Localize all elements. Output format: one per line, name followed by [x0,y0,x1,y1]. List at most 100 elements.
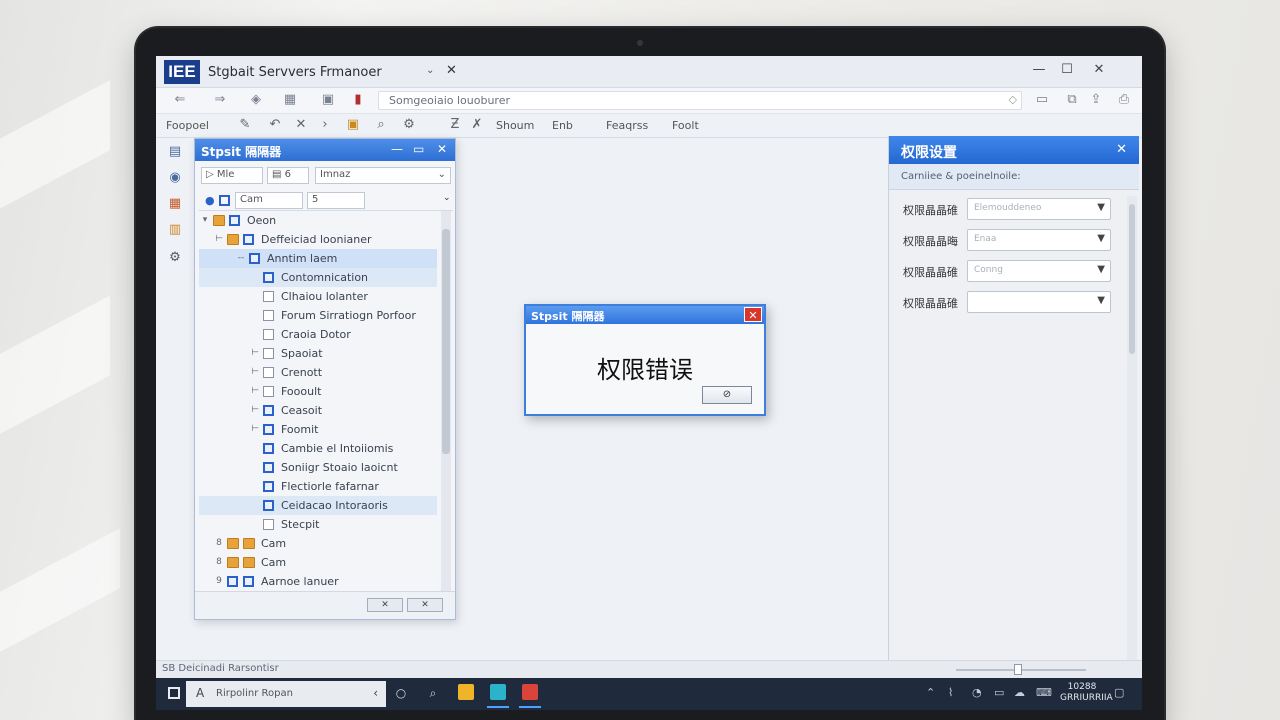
tree-row[interactable]: Stecpit [199,515,437,534]
search-icon[interactable]: ⌕ [424,685,442,701]
permission-select[interactable]: ▼ [967,291,1111,313]
start-button[interactable] [168,687,180,699]
tree-row[interactable]: ⊢ Foomit [199,420,437,439]
page-field[interactable]: ▤ 6 [267,167,309,184]
battery-icon[interactable]: ▭ [994,686,1004,699]
permission-scrollbar-thumb[interactable] [1129,204,1135,354]
tree-row[interactable]: 8 Cam [199,553,437,572]
folder-icon[interactable]: ▣ [344,117,362,132]
chevron-down-icon[interactable]: ⌄ [443,193,451,203]
tree-scrollbar[interactable] [441,211,451,591]
footer-button[interactable]: ✕ [407,598,443,612]
photos-icon[interactable]: ▦ [166,196,184,212]
task-view-icon[interactable]: ○ [392,685,410,701]
permission-select[interactable]: Conng ▼ [967,260,1111,282]
tree-checkbox[interactable] [263,367,274,378]
tree-row[interactable]: ⊢ Foooult [199,382,437,401]
refresh-icon[interactable]: ◈ [246,92,266,107]
tree-checkbox[interactable] [263,519,274,530]
tree-checkbox[interactable] [263,348,274,359]
tree-row[interactable]: Ceidacao Intoraoris [199,496,437,515]
search-page-field[interactable]: 5 [307,192,365,209]
tab-close-icon[interactable]: ✕ [446,63,457,78]
tree-row[interactable]: Contomnication [199,268,437,287]
tree-expander[interactable]: ⊢ [249,344,261,363]
tree-checkbox[interactable] [263,272,274,283]
app-icon[interactable] [522,684,538,700]
minimize-button[interactable]: — [1028,62,1050,77]
footer-button[interactable]: ✕ [367,598,403,612]
tree-row[interactable]: Flectiorle fafarnar [199,477,437,496]
tree-checkbox[interactable] [227,576,238,587]
toolbar-item[interactable]: Foolt [672,119,699,132]
volume-icon[interactable]: ◔ [972,686,982,699]
network-icon[interactable]: ◉ [166,170,184,186]
tree-checkbox[interactable] [263,481,274,492]
tree-maximize-button[interactable]: ▭ [413,142,424,156]
tools-icon[interactable]: ✗ [468,117,486,132]
filter-select[interactable]: Imnaz ⌄ [315,167,451,184]
tree-row[interactable]: ⊢ Ceasoit [199,401,437,420]
tree-checkbox[interactable] [263,462,274,473]
tree-row[interactable]: -- Anntim laem [199,249,437,268]
tree-expander[interactable]: -- [235,249,247,268]
tree-expander[interactable]: ⊢ [213,230,225,249]
tree-row[interactable]: Forum Sirratiogn Porfoor [199,306,437,325]
toolbar-item[interactable]: Feaqrss [606,119,648,132]
grid-icon[interactable]: ▣ [318,92,338,107]
tree-checkbox[interactable] [243,576,254,587]
search-input[interactable]: Cam [235,192,303,209]
notification-icon[interactable]: ▢ [1114,686,1124,699]
toolbar-item[interactable]: Enb [552,119,573,132]
taskbar-clock[interactable]: 10288 GRRIURRIIA [1060,682,1113,704]
tree-checkbox[interactable] [243,234,254,245]
search-icon[interactable]: ⌕ [372,117,390,132]
toolbar-item[interactable]: Shoum [496,119,534,132]
toolbar-first[interactable]: Foopoel [166,119,209,132]
tree-expander[interactable]: 8 [213,553,225,572]
tree-close-button[interactable]: ✕ [437,142,447,156]
tree-checkbox[interactable] [263,310,274,321]
delete-icon[interactable]: ✕ [292,117,310,132]
bookmark-icon[interactable]: ▮ [348,92,368,107]
tree-expander[interactable]: ⊢ [249,401,261,420]
permission-scrollbar[interactable] [1127,196,1137,702]
undo-icon[interactable]: ↶ [266,117,284,132]
database-icon[interactable]: ▥ [166,222,184,238]
share-icon[interactable]: ⇪ [1086,92,1106,107]
tree-row[interactable]: ▾ Oeon [199,211,437,230]
view-mode-button[interactable]: ▷ Mle [201,167,263,184]
forward-icon[interactable]: ⇒ [210,92,230,107]
zoom-slider-thumb[interactable] [1014,664,1022,675]
tree-checkbox[interactable] [263,424,274,435]
chevron-down-icon[interactable]: ⌄ [426,65,434,76]
tree-checkbox[interactable] [263,443,274,454]
dialog-close-button[interactable]: ✕ [744,307,762,322]
tree-expander[interactable]: ⊢ [249,382,261,401]
tree-scrollbar-thumb[interactable] [442,229,450,454]
tree-row[interactable]: Clhaiou lolanter [199,287,437,306]
tree-row[interactable]: Soniigr Stoaio laoicnt [199,458,437,477]
tree-expander[interactable]: ⊢ [249,363,261,382]
back-icon[interactable]: ⇐ [170,92,190,107]
taskbar-search[interactable]: A Rirpolinr Ropan ‹ [186,681,386,707]
tree-minimize-button[interactable]: — [391,142,403,156]
computer-icon[interactable]: ▤ [166,144,184,160]
address-bar[interactable]: Somgeoiaio louoburer ◇ [378,91,1022,110]
file-explorer-icon[interactable] [458,684,474,700]
search-checkbox[interactable] [219,195,230,206]
gear-icon[interactable]: ⚙ [166,250,184,266]
panel-icon[interactable]: ▭ [1032,92,1052,107]
tree-checkbox[interactable] [229,215,240,226]
store-icon[interactable] [490,684,506,700]
keyboard-icon[interactable]: ⌨ [1036,686,1052,699]
tree-row[interactable]: 8 Cam [199,534,437,553]
printer-icon[interactable]: ⎙ [1114,92,1134,107]
tree-checkbox[interactable] [263,386,274,397]
edit-icon[interactable]: ✎ [236,117,254,132]
tree-row[interactable]: ⊢ Spaoiat [199,344,437,363]
tree-row[interactable]: ⊢ Deffeiciad loonianer [199,230,437,249]
home-icon[interactable]: ▦ [280,92,300,107]
tree-row[interactable]: Cambie el Intoiiomis [199,439,437,458]
cloud-icon[interactable]: ☁ [1014,686,1025,699]
